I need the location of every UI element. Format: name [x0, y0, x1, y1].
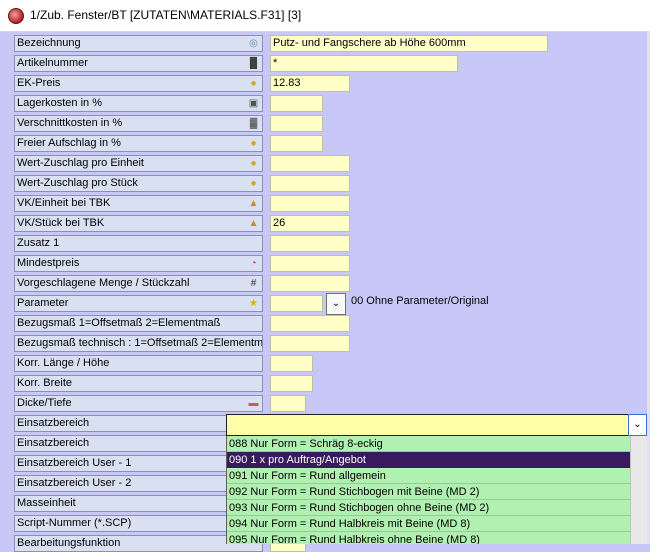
row-4-input[interactable]	[270, 115, 323, 132]
field-label-text: Verschnittkosten in %	[17, 117, 123, 129]
field-label-text: VK/Stück bei TBK	[17, 217, 105, 229]
row-13-label: Parameter ★	[14, 295, 263, 312]
field-label-text: Korr. Breite	[17, 377, 73, 389]
coin-icon[interactable]: ●	[247, 177, 260, 190]
row-16-label: Korr. Länge / Höhe	[14, 355, 263, 372]
row-7-input[interactable]	[270, 175, 350, 192]
field-label-text: Lagerkosten in %	[17, 97, 102, 109]
row-17-label: Korr. Breite	[14, 375, 263, 392]
window-title: 1/Zub. Fenster/BT [ZUTATEN\MATERIALS.F31…	[30, 8, 302, 22]
row-15-label: Bezugsmaß technisch : 1=Offsetmaß 2=Elem…	[14, 335, 263, 352]
row-10-label: Zusatz 1	[14, 235, 263, 252]
chevron-down-icon: ⌄	[633, 419, 642, 430]
row-9-label: VK/Stück bei TBK ▲	[14, 215, 263, 232]
row-1-label: Artikelnummer ▐▌	[14, 55, 263, 72]
field-label-text: VK/Einheit bei TBK	[17, 197, 111, 209]
row-0-input[interactable]: Putz- und Fangschere ab Höhe 600mm	[270, 35, 548, 52]
dropdown-option[interactable]: 093 Nur Form = Rund Stichbogen ohne Bein…	[227, 500, 631, 516]
ruler-icon[interactable]: ▬	[247, 397, 260, 410]
row-17-input[interactable]	[270, 375, 313, 392]
row-10-input[interactable]	[270, 235, 350, 252]
dropdown-option[interactable]: 090 1 x pro Auftrag/Angebot	[227, 452, 631, 468]
row-14-input[interactable]	[270, 315, 350, 332]
star-icon[interactable]: ★	[247, 297, 260, 310]
field-label-text: Artikelnummer	[17, 57, 88, 69]
coin-icon[interactable]: ●	[247, 137, 260, 150]
row-18-label: Dicke/Tiefe ▬	[14, 395, 263, 412]
field-label-text: Zusatz 1	[17, 237, 60, 249]
dropdown-option[interactable]: 095 Nur Form = Rund Halbkreis ohne Beine…	[227, 532, 631, 544]
row-18-input[interactable]	[270, 395, 306, 412]
row-1-input[interactable]: *	[270, 55, 458, 72]
row-11-label: Mindestpreis ◔	[14, 255, 263, 272]
field-label-text: Mindestpreis	[17, 257, 80, 269]
field-label-text: Wert-Zuschlag pro Einheit	[17, 157, 144, 169]
barcode-icon[interactable]: ▐▌	[246, 57, 260, 70]
field-label-text: Parameter	[17, 297, 69, 309]
field-label-text: EK-Preis	[17, 77, 61, 89]
row-13-input[interactable]	[270, 295, 323, 312]
field-label-text: Einsatzbereich User - 1	[17, 457, 132, 469]
dropdown-option[interactable]: 094 Nur Form = Rund Halbkreis mit Beine …	[227, 516, 631, 532]
scrap-icon[interactable]: ▓	[247, 117, 260, 130]
row-8-input[interactable]	[270, 195, 350, 212]
row-15-input[interactable]	[270, 335, 350, 352]
row-9-input[interactable]: 26	[270, 215, 350, 232]
title-bar: 1/Zub. Fenster/BT [ZUTATEN\MATERIALS.F31…	[0, 0, 650, 32]
row-5-input[interactable]	[270, 135, 323, 152]
field-label-text: Einsatzbereich	[17, 437, 90, 449]
row-16-input[interactable]	[270, 355, 313, 372]
field-label-text: Einsatzbereich User - 2	[17, 477, 132, 489]
row-11-input[interactable]	[270, 255, 350, 272]
parameter-dropdown-button[interactable]: ⌄	[326, 293, 346, 315]
field-label-text: Bezugsmaß 1=Offsetmaß 2=Elementmaß	[17, 317, 221, 329]
row-8-label: VK/Einheit bei TBK ▲	[14, 195, 263, 212]
row-14-label: Bezugsmaß 1=Offsetmaß 2=Elementmaß	[14, 315, 263, 332]
box-icon[interactable]: ▣	[247, 97, 260, 110]
options-scrollbar[interactable]	[630, 436, 647, 544]
coin-icon[interactable]: ●	[247, 77, 260, 90]
field-label-text: Script-Nummer (*.SCP)	[17, 517, 132, 529]
globe-icon[interactable]: ◎	[247, 37, 260, 50]
dropdown-option[interactable]: 088 Nur Form = Schräg 8-eckig	[227, 436, 631, 452]
row-12-input[interactable]	[270, 275, 350, 292]
field-label-text: Korr. Länge / Höhe	[17, 357, 110, 369]
hash-icon[interactable]: #	[247, 277, 260, 290]
row-3-input[interactable]	[270, 95, 323, 112]
field-label-text: Dicke/Tiefe	[17, 397, 72, 409]
field-label-text: Einsatzbereich	[17, 417, 90, 429]
field-label-text: Bezugsmaß technisch : 1=Offsetmaß 2=Elem…	[17, 337, 263, 349]
dropdown-option[interactable]: 091 Nur Form = Rund allgemein	[227, 468, 631, 484]
row-4-label: Verschnittkosten in % ▓	[14, 115, 263, 132]
parameter-selected-text: 00 Ohne Parameter/Original	[351, 295, 489, 307]
row-2-input[interactable]: 12.83	[270, 75, 350, 92]
dropdown-option[interactable]: 092 Nur Form = Rund Stichbogen mit Beine…	[227, 484, 631, 500]
field-label-text: Wert-Zuschlag pro Stück	[17, 177, 138, 189]
field-label-text: Freier Aufschlag in %	[17, 137, 121, 149]
row-0-label: Bezeichnung ◎	[14, 35, 263, 52]
row-7-label: Wert-Zuschlag pro Stück ●	[14, 175, 263, 192]
coin-icon[interactable]: ●	[247, 157, 260, 170]
einsatzbereich-dropdown-button[interactable]: ⌄	[628, 414, 647, 436]
field-label-text: Bezeichnung	[17, 37, 81, 49]
row-6-label: Wert-Zuschlag pro Einheit ●	[14, 155, 263, 172]
field-label-text: Masseinheit	[17, 497, 76, 509]
money-bag-icon[interactable]: ▲	[247, 217, 260, 230]
einsatzbereich-options-list: 088 Nur Form = Schräg 8-eckig 090 1 x pro…	[226, 436, 631, 544]
row-6-input[interactable]	[270, 155, 350, 172]
row-5-label: Freier Aufschlag in % ●	[14, 135, 263, 152]
row-3-label: Lagerkosten in % ▣	[14, 95, 263, 112]
chart-icon[interactable]: ◔	[247, 257, 260, 270]
app-icon[interactable]	[8, 8, 24, 24]
field-label-text: Vorgeschlagene Menge / Stückzahl	[17, 277, 190, 289]
einsatzbereich-combobox[interactable]	[226, 414, 630, 436]
row-12-label: Vorgeschlagene Menge / Stückzahl #	[14, 275, 263, 292]
money-bag-icon[interactable]: ▲	[247, 197, 260, 210]
row-2-label: EK-Preis ●	[14, 75, 263, 92]
